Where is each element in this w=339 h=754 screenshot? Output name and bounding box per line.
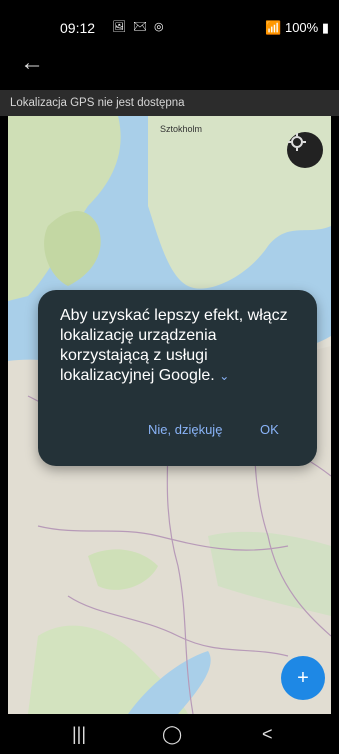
ok-button[interactable]: OK <box>260 422 279 437</box>
status-battery: 📶 100% ▮ <box>265 20 329 36</box>
status-icons-left: 🖼 ✉ ◎ <box>112 21 166 33</box>
recents-icon[interactable]: ||| <box>72 724 86 745</box>
back-arrow-icon[interactable]: ← <box>20 48 50 78</box>
battery-icon: ▮ <box>321 20 329 35</box>
nav-back-icon[interactable]: < <box>262 724 273 745</box>
location-permission-dialog: Aby uzyskać lepszy efekt, włącz lokaliza… <box>38 290 317 466</box>
chevron-down-icon[interactable]: ⌄ <box>219 369 229 383</box>
status-time: 09:12 <box>60 20 96 36</box>
add-button[interactable]: + <box>281 656 325 700</box>
crosshair-icon <box>288 133 306 151</box>
city-label: Sztokholm <box>160 124 203 134</box>
home-icon[interactable]: ◯ <box>162 724 182 745</box>
locate-me-button[interactable] <box>287 132 323 168</box>
battery-text: 100% <box>284 20 319 35</box>
system-nav-bar: ||| ◯ < <box>0 714 339 754</box>
app-bar: ← <box>0 40 339 90</box>
dialog-message: Aby uzyskać lepszy efekt, włącz lokaliza… <box>60 306 300 386</box>
dialog-message-text: Aby uzyskać lepszy efekt, włącz lokaliza… <box>60 307 288 384</box>
gps-unavailable-banner: Lokalizacja GPS nie jest dostępna <box>0 90 339 116</box>
decline-button[interactable]: Nie, dziękuję <box>148 422 222 437</box>
status-bar: 09:12 🖼 ✉ ◎ 📶 100% ▮ <box>0 0 339 40</box>
wifi-signal-icon: 📶 <box>265 20 282 35</box>
